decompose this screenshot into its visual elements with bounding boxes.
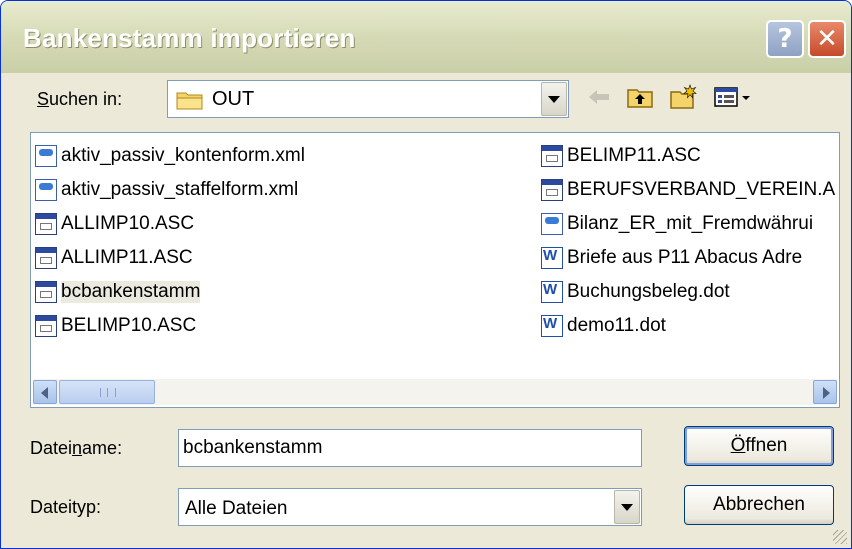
filetype-dropdown-button[interactable]	[614, 490, 640, 524]
file-item[interactable]: aktiv_passiv_staffelform.xml	[35, 175, 298, 205]
look-in-value: OUT	[212, 88, 255, 110]
asc-file-icon	[35, 247, 57, 269]
view-menu-icon[interactable]	[713, 83, 753, 111]
resize-grip[interactable]	[833, 530, 847, 544]
asc-file-icon	[35, 315, 57, 337]
new-folder-icon[interactable]	[669, 83, 697, 111]
file-item[interactable]: Bilanz_ER_mit_Fremdwährui	[541, 209, 813, 239]
arrow-right-icon	[823, 387, 830, 399]
dialog-title: Bankenstamm importieren	[23, 23, 356, 53]
scroll-right-button[interactable]	[813, 380, 837, 404]
scroll-left-button[interactable]	[33, 380, 57, 404]
file-list[interactable]: aktiv_passiv_kontenform.xml aktiv_passiv…	[30, 132, 840, 408]
file-item[interactable]: BELIMP10.ASC	[35, 311, 196, 341]
file-item[interactable]: Briefe aus P11 Abacus Adre	[541, 243, 802, 273]
grip-icon	[100, 388, 116, 397]
help-button[interactable]: ?	[766, 20, 804, 58]
file-open-dialog: Bankenstamm importieren ? ✕ Suchen in: O…	[0, 0, 852, 549]
file-item[interactable]: demo11.dot	[541, 311, 666, 341]
word-doc-icon	[541, 315, 563, 337]
help-icon: ?	[777, 24, 793, 54]
file-item[interactable]: Buchungsbeleg.dot	[541, 277, 730, 307]
filename-input[interactable]	[178, 429, 642, 467]
open-button[interactable]: Öffnen	[684, 426, 834, 466]
horizontal-scrollbar[interactable]	[33, 379, 837, 405]
look-in-label: Suchen in:	[37, 89, 123, 109]
look-in-combobox[interactable]: OUT	[167, 80, 569, 118]
file-item-selected[interactable]: bcbankenstamm	[35, 277, 201, 307]
cancel-button[interactable]: Abbrechen	[684, 485, 834, 525]
asc-file-icon	[35, 281, 57, 303]
look-in-dropdown-button[interactable]	[541, 82, 567, 116]
file-item[interactable]: BELIMP11.ASC	[541, 141, 701, 171]
title-bar[interactable]: Bankenstamm importieren ? ✕	[1, 1, 851, 73]
word-doc-icon	[541, 247, 563, 269]
chevron-down-icon	[548, 96, 560, 103]
scrollbar-thumb[interactable]	[59, 380, 155, 404]
close-icon: ✕	[816, 24, 838, 54]
file-item[interactable]: ALLIMP10.ASC	[35, 209, 194, 239]
xml-file-icon	[35, 145, 57, 167]
asc-file-icon	[35, 213, 57, 235]
file-item[interactable]: aktiv_passiv_kontenform.xml	[35, 141, 305, 171]
close-button[interactable]: ✕	[808, 20, 846, 58]
word-doc-icon	[541, 281, 563, 303]
xml-file-icon	[35, 179, 57, 201]
xml-file-icon	[541, 213, 563, 235]
asc-file-icon	[541, 145, 563, 167]
asc-file-icon	[541, 179, 563, 201]
file-item[interactable]: BERUFSVERBAND_VEREIN.A	[541, 175, 835, 205]
filetype-label: Dateityp:	[30, 497, 102, 517]
filetype-select[interactable]: Alle Dateien	[178, 488, 642, 526]
filetype-value: Alle Dateien	[185, 498, 288, 519]
folder-icon	[176, 92, 203, 110]
up-one-level-icon[interactable]	[626, 83, 654, 111]
filename-label: Dateiname:	[30, 438, 123, 458]
file-item[interactable]: ALLIMP11.ASC	[35, 243, 193, 273]
chevron-down-icon	[621, 504, 633, 511]
arrow-left-icon	[41, 387, 48, 399]
back-arrow-icon[interactable]	[585, 83, 613, 111]
